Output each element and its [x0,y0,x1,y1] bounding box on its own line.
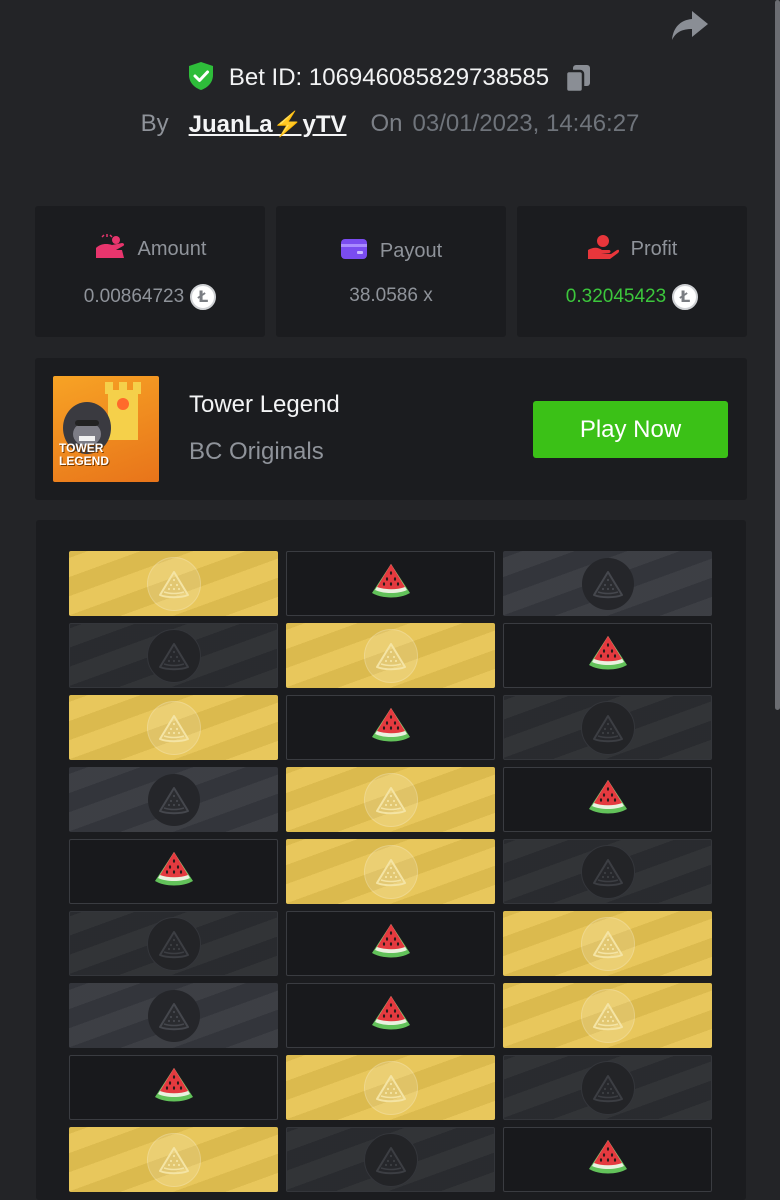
watermelon-icon [370,562,412,605]
tower-board [36,520,746,1200]
profit-value: 0.32045423 [565,285,667,307]
watermelon-icon [587,634,629,677]
game-card: TOWER LEGEND Tower Legend BC Originals P… [35,358,747,500]
payout-value: 38.0586 x [349,284,433,306]
watermelon-slice-outline-icon [146,556,201,611]
tile-gray[interactable] [69,983,278,1048]
watermelon-slice-outline-icon [363,1060,418,1115]
by-label: By [140,110,169,137]
amount-icon [94,233,126,266]
tile-dark[interactable] [503,839,712,904]
watermelon-icon [153,850,195,893]
tile-melon[interactable] [286,695,495,760]
tile-gold[interactable] [286,839,495,904]
tile-gray[interactable] [69,767,278,832]
tile-gold[interactable] [286,767,495,832]
play-now-button[interactable]: Play Now [533,401,728,458]
watermelon-slice-outline-icon [146,1132,201,1187]
tile-dark[interactable] [503,1055,712,1120]
watermelon-slice-outline-icon [363,628,418,683]
thumb-title-line2: LEGEND [59,454,110,468]
tile-melon[interactable] [286,911,495,976]
wallet-icon [340,237,368,267]
hand-coin-icon [587,234,619,266]
profit-card: Profit 0.32045423 Ł [517,206,747,337]
tile-melon[interactable] [503,767,712,832]
litecoin-icon: Ł [190,283,217,310]
watermelon-slice-outline-icon [363,844,418,899]
watermelon-icon [587,1138,629,1181]
watermelon-slice-outline-icon [580,988,635,1043]
tile-gold[interactable] [69,1127,278,1192]
watermelon-slice-outline-icon [580,916,635,971]
tile-melon[interactable] [69,1055,278,1120]
tile-melon[interactable] [286,551,495,616]
watermelon-slice-outline-icon [580,1060,635,1115]
game-title[interactable]: Tower Legend [189,391,340,419]
bet-id-row: Bet ID: 106946085829738585 [0,58,780,98]
tile-melon[interactable] [503,1127,712,1192]
bet-detail-page: Bet ID: 106946085829738585 By JuanLa⚡yTV… [0,0,780,1200]
tile-gold[interactable] [503,911,712,976]
watermelon-icon [153,1066,195,1109]
tile-melon[interactable] [503,623,712,688]
bet-id: Bet ID: 106946085829738585 [228,64,550,91]
tile-gold[interactable] [286,1055,495,1120]
litecoin-icon: Ł [672,283,699,310]
shield-check-icon [187,61,215,96]
tile-melon[interactable] [69,839,278,904]
watermelon-slice-outline-icon [363,1132,418,1187]
tile-gray[interactable] [503,551,712,616]
watermelon-slice-outline-icon [147,773,200,826]
amount-card: Amount 0.00864723 Ł [35,206,265,337]
tile-dark[interactable] [286,1127,495,1192]
watermelon-slice-outline-icon [580,700,635,755]
watermelon-slice-outline-icon [147,989,200,1042]
share-icon[interactable] [668,6,712,46]
tile-dark[interactable] [69,911,278,976]
payout-label: Payout [379,240,443,262]
tile-dark[interactable] [69,623,278,688]
watermelon-slice-outline-icon [146,700,201,755]
payout-card: Payout 38.0586 x [276,206,506,337]
profit-label: Profit [630,238,678,260]
watermelon-icon [370,922,412,965]
copy-icon[interactable] [563,63,593,93]
author-row: By JuanLa⚡yTV On 03/01/2023, 14:46:27 [0,104,780,144]
tile-dark[interactable] [503,695,712,760]
watermelon-slice-outline-icon [146,916,201,971]
on-label: On [370,110,403,137]
watermelon-slice-outline-icon [580,844,635,899]
watermelon-slice-outline-icon [363,772,418,827]
amount-value: 0.00864723 [83,285,185,307]
watermelon-icon [370,706,412,749]
watermelon-slice-outline-icon [581,557,634,610]
amount-label: Amount [137,238,207,260]
tower-legend-thumbnail[interactable]: TOWER LEGEND [53,376,159,482]
watermelon-icon [370,994,412,1037]
tile-gold[interactable] [286,623,495,688]
bet-datetime: 03/01/2023, 14:46:27 [412,110,640,137]
game-provider: BC Originals [189,438,324,465]
tile-gold[interactable] [503,983,712,1048]
watermelon-icon [587,778,629,821]
watermelon-slice-outline-icon [146,628,201,683]
tile-gold[interactable] [69,695,278,760]
tile-melon[interactable] [286,983,495,1048]
tile-grid [69,551,712,1192]
username-link[interactable]: JuanLa⚡yTV [189,110,347,139]
bet-stats: Amount 0.00864723 Ł Payout 38.0586 x Pro… [35,206,747,337]
tile-gold[interactable] [69,551,278,616]
